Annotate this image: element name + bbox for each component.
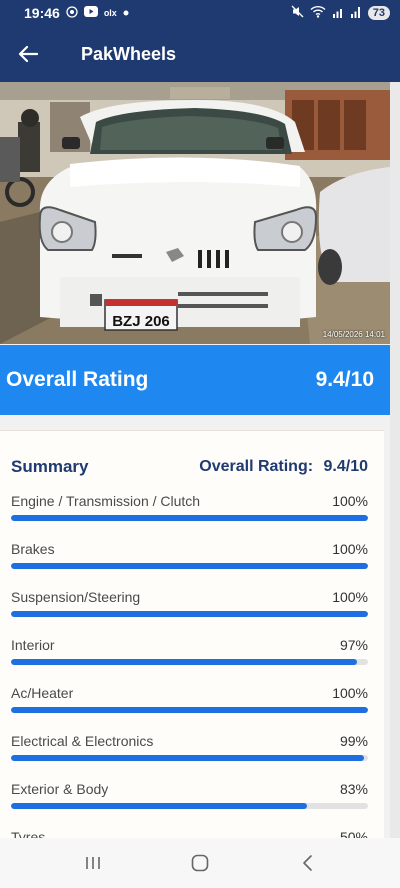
summary-item-row: Brakes 100% xyxy=(11,541,368,557)
summary-item-percent: 83% xyxy=(339,781,368,797)
summary-item: Suspension/Steering 100% xyxy=(0,589,384,637)
summary-item: Interior 97% xyxy=(0,637,384,685)
summary-overall-label: Overall Rating: xyxy=(199,458,314,475)
system-nav-bar xyxy=(0,838,400,888)
summary-overall: Overall Rating: 9.4/10 xyxy=(199,458,368,476)
overall-rating-value: 9.4/10 xyxy=(315,368,374,391)
battery-indicator: 73 xyxy=(367,6,390,20)
summary-title: Summary xyxy=(11,457,89,476)
dot-icon xyxy=(123,7,129,19)
overall-rating-banner: Overall Rating 9.4/10 xyxy=(0,345,390,415)
car-photo-illustration: BZJ 206 xyxy=(0,82,390,344)
scroll-strip xyxy=(390,82,400,842)
wifi-icon xyxy=(310,5,326,21)
progress-bar-fill xyxy=(11,611,368,617)
summary-item-percent: 100% xyxy=(332,541,368,557)
license-plate: BZJ 206 xyxy=(112,313,170,330)
summary-item-percent: 100% xyxy=(332,493,368,509)
home-icon xyxy=(191,854,209,872)
progress-bar-track xyxy=(11,611,368,617)
summary-item-row: Electrical & Electronics 99% xyxy=(11,733,368,749)
mute-icon xyxy=(291,5,304,21)
olx-icon: olx xyxy=(103,8,117,18)
progress-bar-fill xyxy=(11,707,368,713)
progress-bar-track xyxy=(11,515,368,521)
summary-item-percent: 100% xyxy=(332,685,368,701)
overall-rating-label: Overall Rating xyxy=(6,368,149,391)
youtube-icon xyxy=(83,6,98,20)
summary-item-label: Suspension/Steering xyxy=(11,589,141,605)
progress-bar-fill xyxy=(11,515,368,521)
home-button[interactable] xyxy=(180,843,220,883)
summary-item: Electrical & Electronics 99% xyxy=(0,733,384,781)
summary-item-percent: 99% xyxy=(339,733,368,749)
photo-timestamp: 14/05/2026 14:01 xyxy=(322,330,385,339)
progress-bar-track xyxy=(11,755,368,761)
screen: 19:46 olx 73 PakWheels BZJ 206 14/05/202… xyxy=(0,0,400,888)
summary-item-row: Interior 97% xyxy=(11,637,368,653)
summary-overall-value: 9.4/10 xyxy=(323,458,368,475)
progress-bar-track xyxy=(11,563,368,569)
summary-item: Brakes 100% xyxy=(0,541,384,589)
progress-bar-fill xyxy=(11,803,308,809)
status-right: 73 xyxy=(291,5,390,21)
summary-item-row: Engine / Transmission / Clutch 100% xyxy=(11,493,368,509)
signal-icon xyxy=(332,6,344,21)
car-photo[interactable]: BZJ 206 14/05/2026 14:01 xyxy=(0,82,390,344)
app-bar: PakWheels xyxy=(0,26,400,82)
summary-item: Engine / Transmission / Clutch 100% xyxy=(0,493,384,541)
summary-item: Exterior & Body 83% xyxy=(0,781,384,829)
back-button[interactable] xyxy=(0,26,56,82)
summary-header: Summary Overall Rating: 9.4/10 xyxy=(0,431,384,477)
arrow-left-icon xyxy=(18,45,38,63)
progress-bar-fill xyxy=(11,563,368,569)
summary-item-label: Exterior & Body xyxy=(11,781,109,797)
status-bar: 19:46 olx 73 xyxy=(0,0,400,26)
back-nav-button[interactable] xyxy=(287,843,327,883)
signal-icon xyxy=(350,6,362,21)
progress-bar-track xyxy=(11,707,368,713)
summary-item-row: Suspension/Steering 100% xyxy=(11,589,368,605)
app-title: PakWheels xyxy=(81,43,177,64)
summary-item-label: Ac/Heater xyxy=(11,685,74,701)
summary-item-percent: 100% xyxy=(332,589,368,605)
summary-item: Ac/Heater 100% xyxy=(0,685,384,733)
whatsapp-icon xyxy=(66,5,78,21)
progress-bar-track xyxy=(11,803,368,809)
progress-bar-fill xyxy=(11,755,365,761)
recents-button[interactable] xyxy=(73,843,113,883)
summary-item-label: Electrical & Electronics xyxy=(11,733,154,749)
status-left: 19:46 olx xyxy=(24,5,129,21)
summary-item-row: Exterior & Body 83% xyxy=(11,781,368,797)
summary-item-percent: 97% xyxy=(339,637,368,653)
recents-icon xyxy=(86,857,101,869)
progress-bar-fill xyxy=(11,659,358,665)
back-nav-icon xyxy=(302,855,312,871)
summary-item-label: Engine / Transmission / Clutch xyxy=(11,493,201,509)
summary-item-label: Brakes xyxy=(11,541,55,557)
summary-card: Summary Overall Rating: 9.4/10 Engine / … xyxy=(0,430,384,850)
summary-item-row: Ac/Heater 100% xyxy=(11,685,368,701)
progress-bar-track xyxy=(11,659,368,665)
summary-item-label: Interior xyxy=(11,637,55,653)
status-time: 19:46 xyxy=(24,5,60,21)
summary-items: Engine / Transmission / Clutch 100% Brakes… xyxy=(0,493,384,850)
